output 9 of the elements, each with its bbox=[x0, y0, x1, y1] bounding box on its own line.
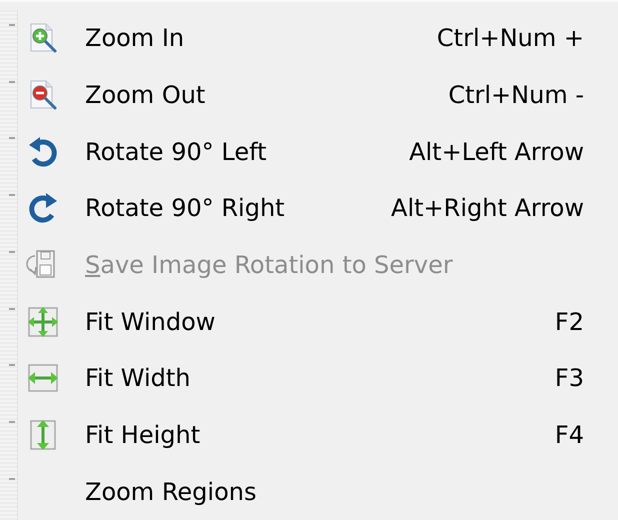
menu-item[interactable]: Fit Width F3 bbox=[18, 350, 618, 407]
menu-item[interactable]: Rotate 90° Right Alt+Right Arrow bbox=[18, 180, 618, 237]
menu-item[interactable]: Fit Window F2 bbox=[18, 293, 618, 350]
menu-item[interactable]: Fit Height F4 bbox=[18, 406, 618, 464]
menu-item[interactable]: Zoom In Ctrl+Num + bbox=[18, 10, 618, 67]
menu-item[interactable]: Zoom Out Ctrl+Num - bbox=[18, 66, 618, 124]
menu-item[interactable]: Zoom Regions bbox=[18, 463, 618, 520]
fit-window-icon bbox=[26, 304, 60, 339]
menu-item[interactable]: Rotate 90° Left Alt+Left Arrow bbox=[18, 123, 618, 180]
